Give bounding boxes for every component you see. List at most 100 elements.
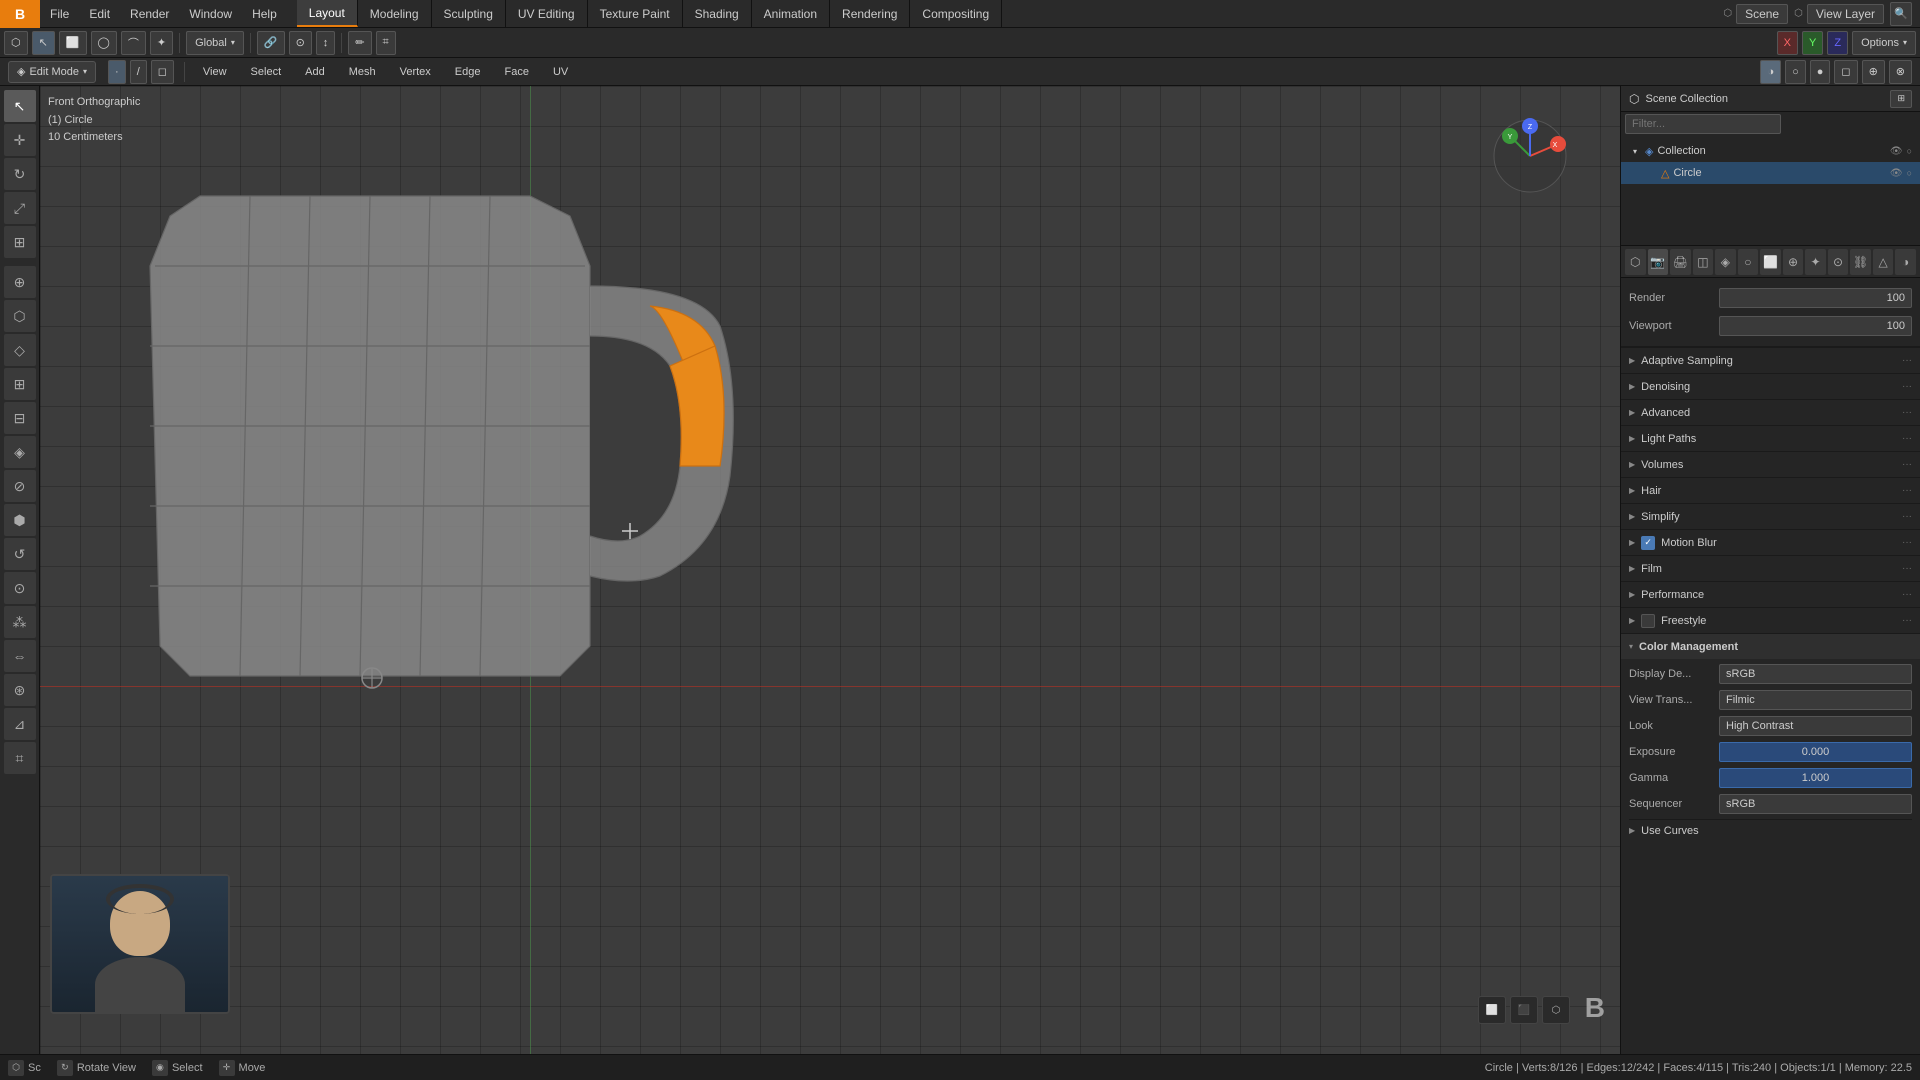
edit-mode-dropdown[interactable]: ◈ Edit Mode ▾ xyxy=(8,61,96,83)
tool-measure[interactable]: ⌗ xyxy=(4,742,36,774)
tool-mode-btn[interactable]: ⬡ xyxy=(4,31,28,55)
search-toggle[interactable]: 🔍 xyxy=(1890,2,1912,26)
prop-tab-particles[interactable]: ✦ xyxy=(1805,249,1826,275)
sequencer-dropdown[interactable]: sRGB xyxy=(1719,794,1912,814)
section-denoising[interactable]: ▶ Denoising ··· xyxy=(1621,373,1920,399)
prop-tab-view-layer[interactable]: ◫ xyxy=(1693,249,1714,275)
menu-add-btn[interactable]: Add xyxy=(297,61,333,83)
annotate[interactable]: ⌗ xyxy=(376,31,396,55)
display-device-dropdown[interactable]: sRGB xyxy=(1719,664,1912,684)
mirror-toggle[interactable]: ↕ xyxy=(316,31,336,55)
viewport-btn-3[interactable]: ⬡ xyxy=(1542,996,1570,1024)
menu-file[interactable]: File xyxy=(40,0,79,27)
options-dropdown[interactable]: Options ▾ xyxy=(1852,31,1916,55)
x-axis-btn[interactable]: X xyxy=(1777,31,1798,55)
section-advanced[interactable]: ▶ Advanced ··· xyxy=(1621,399,1920,425)
blender-logo[interactable]: B xyxy=(0,0,40,28)
section-simplify[interactable]: ▶ Simplify ··· xyxy=(1621,503,1920,529)
section-film[interactable]: ▶ Film ··· xyxy=(1621,555,1920,581)
scene-name-field[interactable]: Scene xyxy=(1736,4,1788,24)
section-adaptive-sampling[interactable]: ▶ Adaptive Sampling ··· xyxy=(1621,347,1920,373)
tool-tweak[interactable]: ✦ xyxy=(150,31,173,55)
prop-tab-material[interactable]: ◑ xyxy=(1895,249,1916,275)
tab-layout[interactable]: Layout xyxy=(297,0,358,27)
tool-lasso-select[interactable]: ⌒ xyxy=(121,31,146,55)
tool-offset-cut[interactable]: ⊟ xyxy=(4,402,36,434)
viewport-btn-2[interactable]: ⬛ xyxy=(1510,996,1538,1024)
viewport-shading-material[interactable]: ● xyxy=(1810,60,1831,84)
tool-shrink-fatten[interactable]: ⊛ xyxy=(4,674,36,706)
tool-poly-build[interactable]: ⬢ xyxy=(4,504,36,536)
tab-rendering[interactable]: Rendering xyxy=(830,0,910,27)
tool-knife[interactable]: ◈ xyxy=(4,436,36,468)
section-volumes[interactable]: ▶ Volumes ··· xyxy=(1621,451,1920,477)
tab-animation[interactable]: Animation xyxy=(752,0,830,27)
3d-viewport[interactable]: Front Orthographic (1) Circle 10 Centime… xyxy=(40,86,1620,1054)
render-value-input[interactable] xyxy=(1719,288,1912,308)
prop-tab-world[interactable]: ○ xyxy=(1738,249,1759,275)
view-transform-dropdown[interactable]: Filmic xyxy=(1719,690,1912,710)
overlay-toggle[interactable]: ⊕ xyxy=(1862,60,1885,84)
tool-bisect[interactable]: ⊘ xyxy=(4,470,36,502)
tree-item-collection[interactable]: ▾ ◈ Collection 👁 ○ xyxy=(1621,140,1920,162)
exposure-value-display[interactable]: 0.000 xyxy=(1719,742,1912,762)
tool-cursor[interactable]: ↖ xyxy=(4,90,36,122)
tool-edge-slide[interactable]: ⇔ xyxy=(4,640,36,672)
prop-tab-scene[interactable]: ⬡ xyxy=(1625,249,1646,275)
tab-shading[interactable]: Shading xyxy=(683,0,752,27)
transform-dropdown[interactable]: Global ▾ xyxy=(186,31,244,55)
prop-tab-modifier[interactable]: ⊕ xyxy=(1783,249,1804,275)
edge-mode-btn[interactable]: / xyxy=(130,60,147,84)
prop-tab-scene2[interactable]: ◈ xyxy=(1715,249,1736,275)
menu-help[interactable]: Help xyxy=(242,0,287,27)
prop-tab-physics[interactable]: ⊙ xyxy=(1828,249,1849,275)
menu-render[interactable]: Render xyxy=(120,0,179,27)
navigation-gizmo[interactable]: X Y Z xyxy=(1490,116,1570,196)
snap-toggle[interactable]: 🔗 xyxy=(257,31,285,55)
section-freestyle[interactable]: ▶ Freestyle ··· xyxy=(1621,607,1920,633)
motion-blur-checkbox[interactable]: ✓ xyxy=(1641,536,1655,550)
section-performance[interactable]: ▶ Performance ··· xyxy=(1621,581,1920,607)
prop-tab-data[interactable]: △ xyxy=(1873,249,1894,275)
prop-tab-output[interactable]: 🖨 xyxy=(1670,249,1691,275)
outliner-filter-btn[interactable]: ⊞ xyxy=(1890,90,1912,108)
viewport-value-input[interactable] xyxy=(1719,316,1912,336)
grease-pencil[interactable]: ✏ xyxy=(348,31,371,55)
tool-circle-select[interactable]: ◯ xyxy=(91,31,117,55)
tool-box-select[interactable]: ⬜ xyxy=(59,31,87,55)
tool-inset[interactable]: ⬡ xyxy=(4,300,36,332)
tool-scale[interactable]: ⤢ xyxy=(4,192,36,224)
tool-loop-cut[interactable]: ⊞ xyxy=(4,368,36,400)
visibility-icon[interactable]: 👁 xyxy=(1890,146,1903,157)
outliner-search-input[interactable] xyxy=(1625,114,1781,134)
menu-face-btn[interactable]: Face xyxy=(497,61,537,83)
z-axis-btn[interactable]: Z xyxy=(1827,31,1848,55)
tool-rotate[interactable]: ↻ xyxy=(4,158,36,190)
color-management-header[interactable]: ▾ Color Management xyxy=(1621,633,1920,659)
freestyle-checkbox[interactable] xyxy=(1641,614,1655,628)
tool-shear[interactable]: ⊿ xyxy=(4,708,36,740)
section-motion-blur[interactable]: ▶ ✓ Motion Blur ··· xyxy=(1621,529,1920,555)
viewport-btn-1[interactable]: ⬜ xyxy=(1478,996,1506,1024)
tool-move[interactable]: ✛ xyxy=(4,124,36,156)
tab-sculpting[interactable]: Sculpting xyxy=(432,0,506,27)
tool-extrude[interactable]: ⊕ xyxy=(4,266,36,298)
menu-edge-btn[interactable]: Edge xyxy=(447,61,489,83)
prop-tab-constraint[interactable]: ⛓ xyxy=(1850,249,1871,275)
circle-visibility-icon[interactable]: 👁 xyxy=(1890,168,1903,179)
proportional-toggle[interactable]: ⊙ xyxy=(289,31,312,55)
tool-spin[interactable]: ↺ xyxy=(4,538,36,570)
xray-toggle[interactable]: ⊗ xyxy=(1889,60,1912,84)
section-light-paths[interactable]: ▶ Light Paths ··· xyxy=(1621,425,1920,451)
viewport-shading-solid[interactable]: ◑ xyxy=(1760,60,1781,84)
menu-vertex-btn[interactable]: Vertex xyxy=(392,61,439,83)
tab-compositing[interactable]: Compositing xyxy=(910,0,1002,27)
face-mode-btn[interactable]: ◻ xyxy=(151,60,174,84)
menu-view-btn[interactable]: View xyxy=(195,61,235,83)
tab-texture-paint[interactable]: Texture Paint xyxy=(588,0,683,27)
menu-edit[interactable]: Edit xyxy=(79,0,120,27)
look-dropdown[interactable]: High Contrast xyxy=(1719,716,1912,736)
view-layer-field[interactable]: View Layer xyxy=(1807,4,1884,24)
section-hair[interactable]: ▶ Hair ··· xyxy=(1621,477,1920,503)
prop-tab-object[interactable]: ⬜ xyxy=(1760,249,1781,275)
